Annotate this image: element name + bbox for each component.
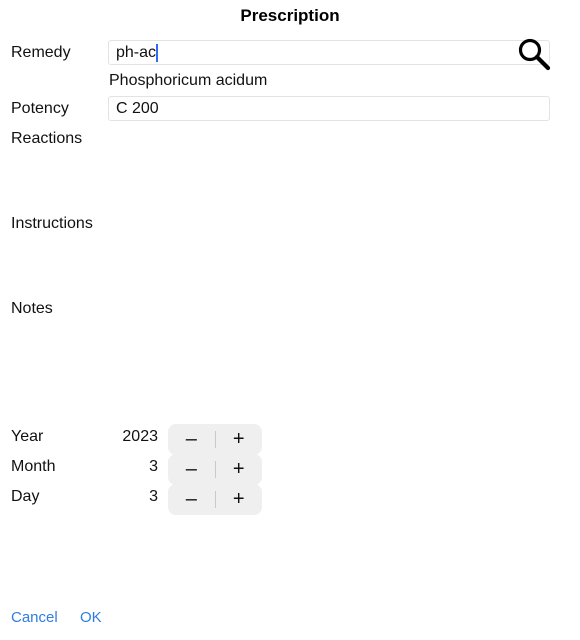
ok-button[interactable]: OK <box>80 609 102 626</box>
month-label: Month <box>11 458 56 475</box>
year-label: Year <box>11 428 44 445</box>
potency-input-value: C 200 <box>116 100 159 117</box>
instructions-label: Instructions <box>11 215 93 232</box>
day-value: 3 <box>149 488 158 505</box>
year-stepper: – + <box>168 424 262 455</box>
potency-input[interactable]: C 200 <box>108 96 550 121</box>
day-increment-button[interactable]: + <box>215 484 262 515</box>
month-increment-button[interactable]: + <box>215 454 262 485</box>
remedy-label: Remedy <box>11 44 71 61</box>
remedy-input-value: ph-ac <box>116 44 157 61</box>
year-value: 2023 <box>122 428 158 445</box>
year-decrement-button[interactable]: – <box>168 424 215 455</box>
text-caret <box>156 44 159 62</box>
cancel-button[interactable]: Cancel <box>11 609 58 626</box>
remedy-match-name: Phosphoricum acidum <box>109 72 268 89</box>
search-icon[interactable] <box>516 36 552 72</box>
month-value: 3 <box>149 458 158 475</box>
potency-label: Potency <box>11 100 69 117</box>
notes-label: Notes <box>11 300 53 317</box>
reactions-label: Reactions <box>11 130 83 147</box>
month-stepper: – + <box>168 454 262 485</box>
year-increment-button[interactable]: + <box>215 424 262 455</box>
page-title: Prescription <box>240 6 340 25</box>
day-decrement-button[interactable]: – <box>168 484 215 515</box>
prescription-dialog: Prescription Remedy ph-ac Phosphoricum a… <box>0 0 580 640</box>
day-label: Day <box>11 488 40 505</box>
month-decrement-button[interactable]: – <box>168 454 215 485</box>
remedy-input[interactable]: ph-ac <box>108 40 550 65</box>
day-stepper: – + <box>168 484 262 515</box>
